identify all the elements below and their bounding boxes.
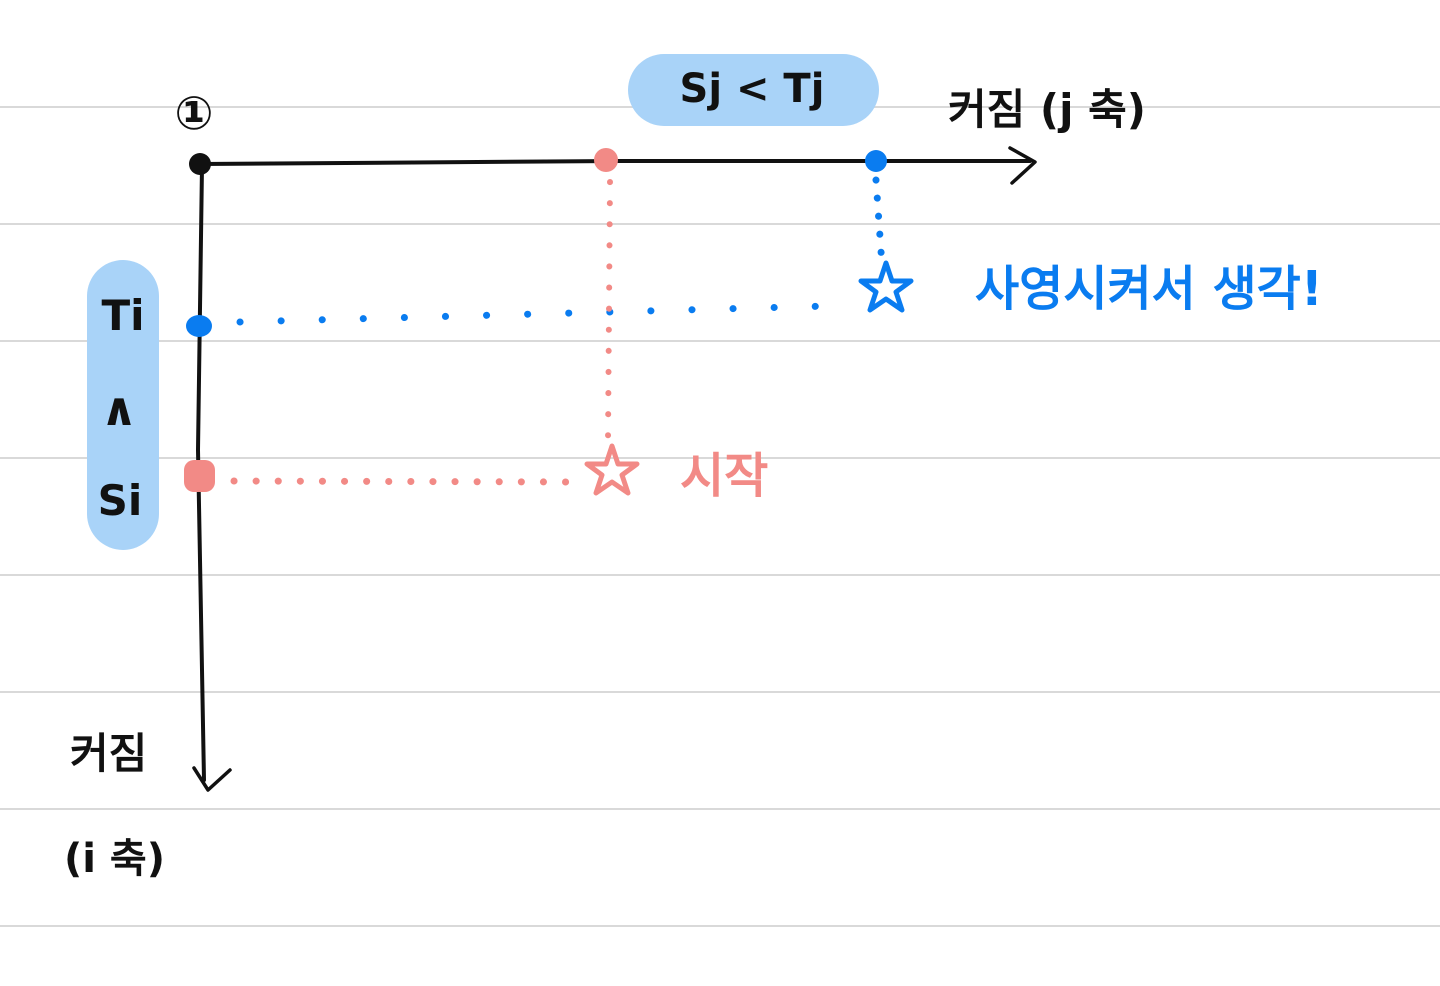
origin-dot xyxy=(189,153,211,175)
pink-dot-y-axis xyxy=(184,460,215,492)
diagram: ① Sj < Tj 커짐 (j 축) 커짐 (i 축) Ti ∧ Si 사영시켜… xyxy=(0,54,1440,927)
circled-one-label: ① xyxy=(175,86,214,140)
blue-vertical-guide xyxy=(872,176,886,269)
blue-note: 사영시켜서 생각! xyxy=(975,261,1323,317)
blue-dot-x-axis xyxy=(865,150,887,172)
pink-vertical-guide xyxy=(605,179,613,443)
notebook-page: ① Sj < Tj 커짐 (j 축) 커짐 (i 축) Ti ∧ Si 사영시켜… xyxy=(0,0,1440,986)
star-icon xyxy=(584,443,640,496)
ruled-lines xyxy=(0,106,1440,927)
left-highlight-bottom-label: Si xyxy=(98,476,143,525)
top-highlight-label: Sj < Tj xyxy=(680,66,825,112)
left-highlight-mid-label: ∧ xyxy=(100,382,137,436)
x-axis-arrowhead xyxy=(1008,146,1037,185)
blue-dot-y-axis xyxy=(186,315,212,337)
left-highlight-top-label: Ti xyxy=(101,291,144,340)
y-axis-arrowhead xyxy=(192,766,232,792)
star-icon xyxy=(858,260,914,313)
pink-horizontal-guide xyxy=(230,477,574,486)
y-axis-label-line1: 커짐 xyxy=(70,729,147,778)
pink-note: 시작 xyxy=(680,448,768,504)
pink-dot-x-axis xyxy=(594,148,618,172)
x-axis-label: 커짐 (j 축) xyxy=(948,85,1146,134)
y-axis-label-line2: (i 축) xyxy=(64,836,165,882)
blue-horizontal-guide xyxy=(236,302,834,326)
